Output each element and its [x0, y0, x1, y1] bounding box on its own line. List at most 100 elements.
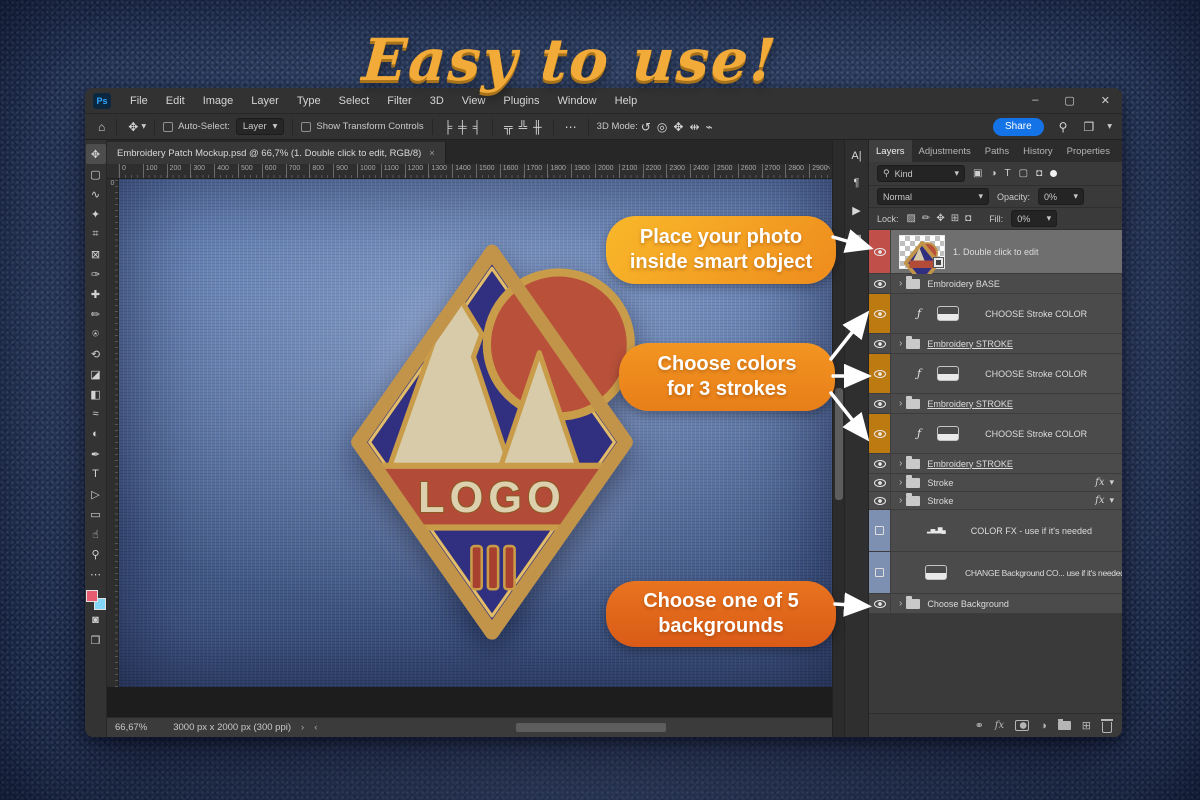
- lasso-tool[interactable]: ∿: [86, 184, 106, 204]
- chevron-down-icon[interactable]: ▾: [141, 121, 146, 132]
- tab-properties[interactable]: Properties: [1060, 140, 1117, 162]
- visibility-eye-icon[interactable]: [874, 280, 886, 288]
- visibility-eye-icon[interactable]: [874, 400, 886, 408]
- move-tool-icon[interactable]: ✥: [125, 120, 141, 134]
- lock-artboard-icon[interactable]: ⊞: [951, 213, 959, 224]
- 3d-dolly-icon[interactable]: ⌁: [703, 120, 716, 134]
- expander-icon[interactable]: ›: [899, 278, 902, 289]
- dodge-tool[interactable]: ◐: [86, 424, 106, 444]
- paragraph-panel-icon[interactable]: ¶: [854, 177, 860, 189]
- brush-tool[interactable]: ✏: [86, 304, 106, 324]
- expander-icon[interactable]: ›: [899, 398, 902, 409]
- layer-row-group[interactable]: › Embroidery STROKE: [869, 334, 1122, 354]
- adjustment-layer-icon[interactable]: ◑: [1040, 720, 1047, 732]
- expander-icon[interactable]: ›: [899, 338, 902, 349]
- layer-row-group[interactable]: › Embroidery BASE: [869, 274, 1122, 294]
- crop-tool[interactable]: ⌗: [86, 224, 106, 244]
- show-transform-checkbox[interactable]: [301, 122, 311, 132]
- maximize-button[interactable]: ▢: [1064, 94, 1074, 107]
- expander-icon[interactable]: ›: [899, 477, 902, 488]
- zoom-tool[interactable]: ⚲: [86, 544, 106, 564]
- fill-layer-icon[interactable]: [937, 306, 959, 321]
- more-options-icon[interactable]: ⋯: [562, 120, 580, 134]
- healing-brush-tool[interactable]: ✚: [86, 284, 106, 304]
- visibility-checkbox[interactable]: [875, 568, 884, 577]
- layer-row-group[interactable]: › Embroidery STROKE: [869, 454, 1122, 474]
- adjustment-histogram-icon[interactable]: ▂▅▃▇▄: [927, 527, 945, 534]
- visibility-eye-icon[interactable]: [874, 310, 886, 318]
- tab-paths[interactable]: Paths: [978, 140, 1016, 162]
- home-icon[interactable]: ⌂: [95, 120, 108, 134]
- status-prev-icon[interactable]: ‹: [314, 722, 317, 733]
- expander-icon[interactable]: ›: [899, 458, 902, 469]
- character-panel-icon[interactable]: A|: [851, 150, 861, 162]
- layer-row-group[interactable]: › Embroidery STROKE: [869, 394, 1122, 414]
- auto-select-checkbox[interactable]: [163, 122, 173, 132]
- visibility-eye-icon[interactable]: [874, 340, 886, 348]
- layer-row-stroke-fx[interactable]: › Stroke fx▾: [869, 474, 1122, 492]
- layer-thumbnail[interactable]: [899, 235, 945, 269]
- 3d-orbit-icon[interactable]: ↺: [638, 120, 654, 134]
- visibility-eye-icon[interactable]: [874, 460, 886, 468]
- frame-tool[interactable]: ⊠: [86, 244, 106, 264]
- distribute-center-icon[interactable]: ╫: [530, 120, 545, 134]
- align-left-icon[interactable]: ╞: [441, 120, 456, 134]
- fill-layer-icon[interactable]: [937, 426, 959, 441]
- new-layer-icon[interactable]: ⊞: [1082, 719, 1091, 732]
- lock-pixels-icon[interactable]: ✏: [922, 213, 930, 224]
- zoom-level[interactable]: 66,67%: [115, 722, 147, 733]
- lock-transparency-icon[interactable]: ▨: [907, 213, 916, 224]
- filter-shape-icon[interactable]: ▢: [1019, 168, 1028, 179]
- layer-row-stroke-fx[interactable]: › Stroke fx▾: [869, 492, 1122, 510]
- opacity-input[interactable]: 0% ▾: [1038, 188, 1084, 205]
- menu-item[interactable]: Filter: [378, 95, 420, 107]
- fx-badge[interactable]: fx: [1095, 477, 1104, 488]
- history-brush-tool[interactable]: ⟲: [86, 344, 106, 364]
- filter-smart-icon[interactable]: ◘: [1036, 168, 1042, 179]
- menu-item[interactable]: Edit: [157, 95, 194, 107]
- tab-close-icon[interactable]: ×: [429, 148, 435, 159]
- align-center-icon[interactable]: ╪: [455, 120, 470, 134]
- blend-mode-dropdown[interactable]: Normal ▾: [877, 188, 989, 205]
- workspace-icon[interactable]: ❐: [1080, 120, 1097, 134]
- 3d-pan-icon[interactable]: ✥: [670, 120, 686, 134]
- chevron-down-icon[interactable]: ▾: [1109, 477, 1114, 488]
- layer-row-smart-object[interactable]: 1. Double click to edit: [869, 230, 1122, 274]
- foreground-color-swatch[interactable]: [86, 590, 98, 602]
- marquee-tool[interactable]: ▢: [86, 164, 106, 184]
- lock-position-icon[interactable]: ✥: [936, 213, 944, 224]
- filter-adjustment-icon[interactable]: ◑: [990, 168, 996, 179]
- filter-kind-dropdown[interactable]: ⚲ Kind ▾: [877, 165, 965, 182]
- layer-row-stroke-color[interactable]: ƒ CHOOSE Stroke COLOR: [869, 414, 1122, 454]
- chevron-down-icon[interactable]: ▾: [1107, 121, 1112, 132]
- layer-row-stroke-color[interactable]: ƒ CHOOSE Stroke COLOR: [869, 294, 1122, 334]
- filter-toggle-icon[interactable]: [1050, 170, 1057, 177]
- layer-style-icon[interactable]: fx: [995, 720, 1004, 731]
- shape-tool[interactable]: ▭: [86, 504, 106, 524]
- quick-selection-tool[interactable]: ✦: [86, 204, 106, 224]
- hand-tool[interactable]: ☝: [86, 524, 106, 544]
- visibility-eye-icon[interactable]: [874, 497, 886, 505]
- visibility-eye-icon[interactable]: [874, 248, 886, 256]
- menu-item[interactable]: Type: [288, 95, 330, 107]
- menu-item[interactable]: Window: [549, 95, 606, 107]
- new-group-icon[interactable]: [1058, 721, 1071, 730]
- layer-row-stroke-color[interactable]: ƒ CHOOSE Stroke COLOR: [869, 354, 1122, 394]
- distribute-top-icon[interactable]: ╦: [501, 120, 516, 134]
- delete-layer-icon[interactable]: [1102, 722, 1112, 733]
- close-button[interactable]: ✕: [1101, 94, 1110, 107]
- screen-mode-icon[interactable]: ❐: [86, 630, 106, 650]
- path-select-tool[interactable]: ▷: [86, 484, 106, 504]
- menu-item[interactable]: Select: [330, 95, 379, 107]
- tab-layers[interactable]: Layers: [869, 140, 912, 162]
- layer-row-change-background[interactable]: CHANGE Background CO... use if it's need…: [869, 552, 1122, 594]
- horizontal-scrollbar[interactable]: [327, 722, 824, 734]
- type-tool[interactable]: T: [86, 464, 106, 484]
- minimize-button[interactable]: –: [1032, 94, 1038, 107]
- quick-mask-icon[interactable]: ◙: [86, 610, 106, 630]
- 3d-roll-icon[interactable]: ◎: [654, 120, 670, 134]
- tab-history[interactable]: History: [1016, 140, 1060, 162]
- link-layers-icon[interactable]: ⚭: [975, 719, 984, 732]
- more-tools[interactable]: ⋯: [86, 564, 106, 584]
- filter-pixel-icon[interactable]: ▣: [973, 168, 982, 179]
